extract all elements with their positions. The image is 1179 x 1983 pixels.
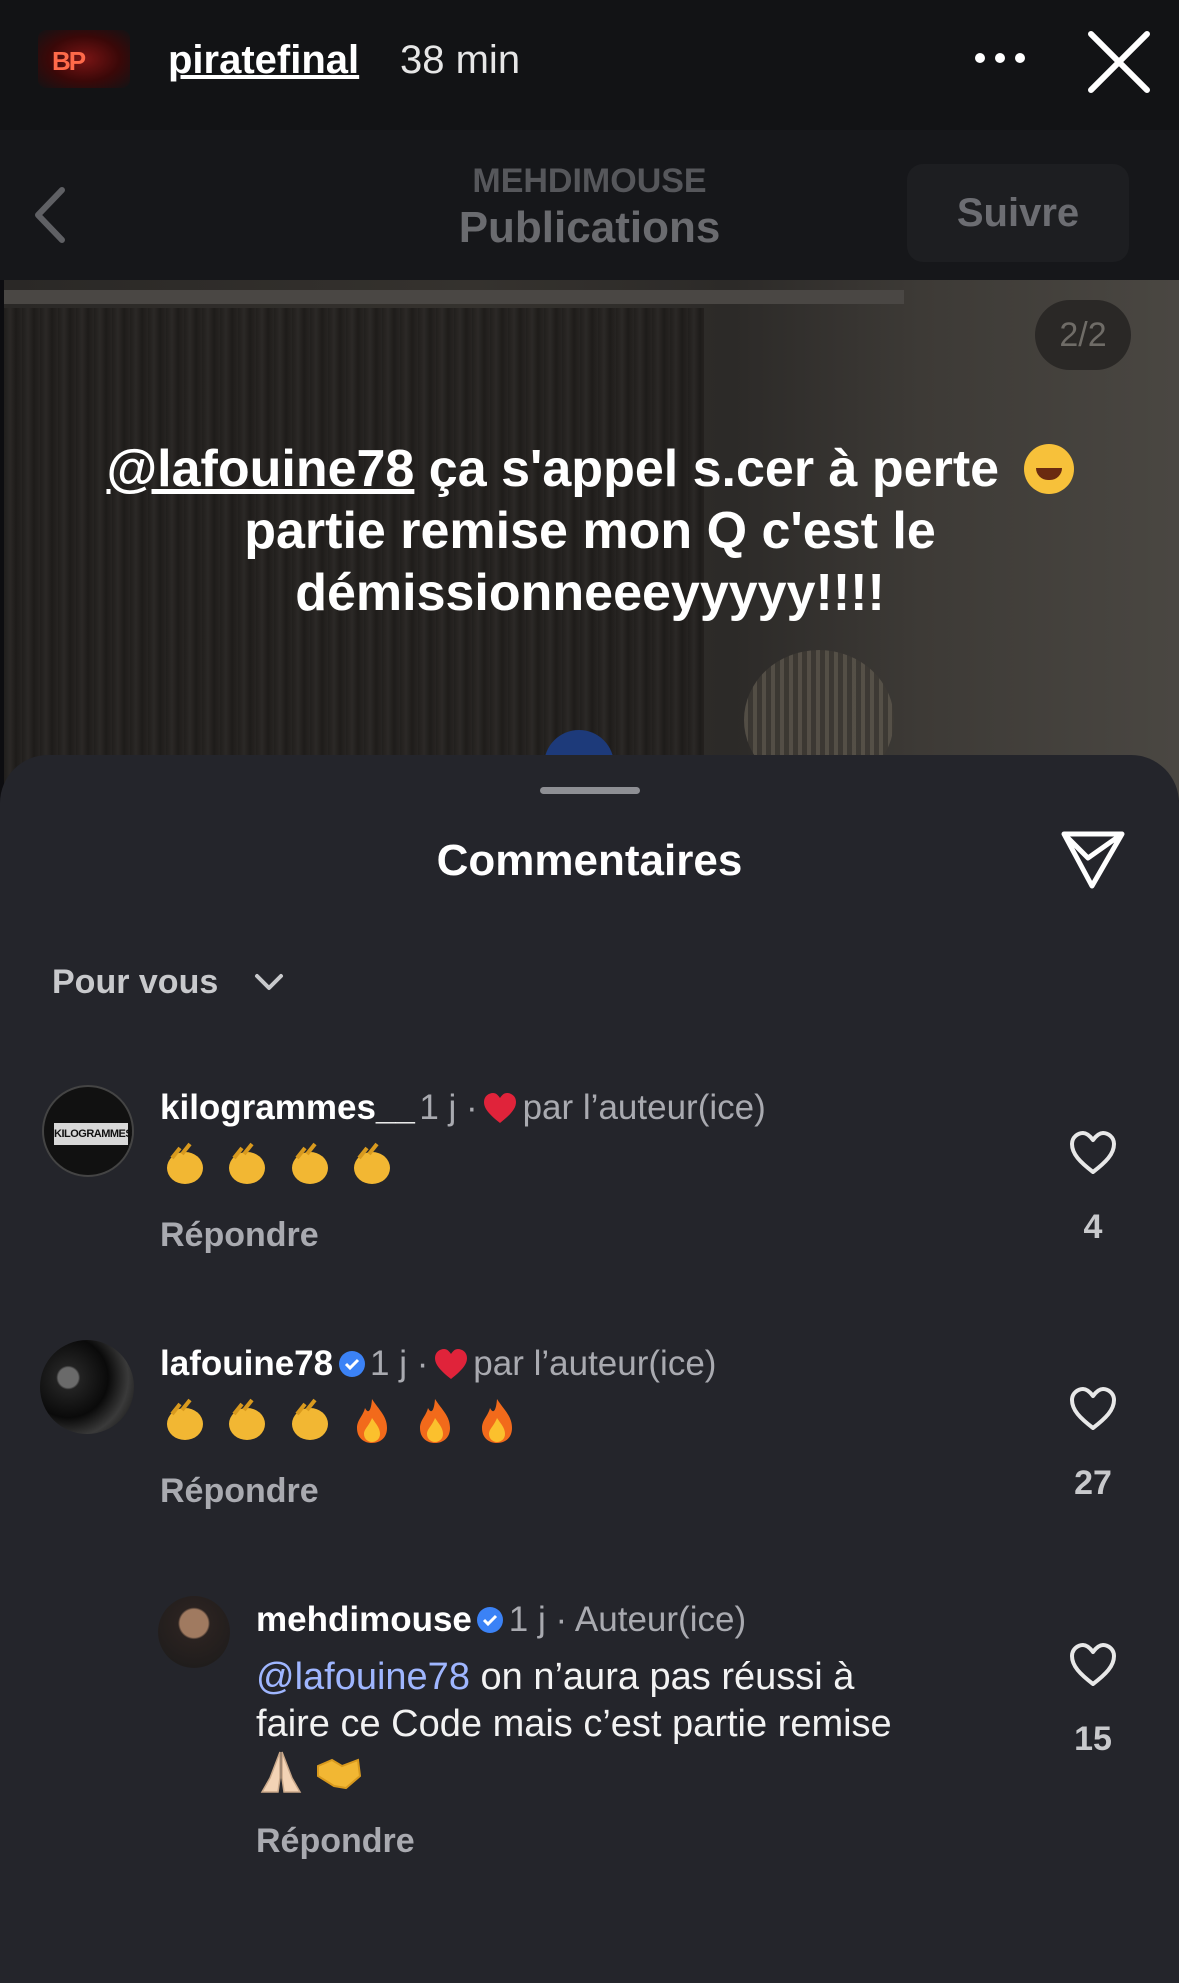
caption-line-2: partie remise mon Q c'est le <box>244 502 936 560</box>
like-count: 27 <box>1074 1464 1112 1502</box>
curtain-rail <box>4 290 904 304</box>
verified-badge-icon <box>338 1351 365 1377</box>
story-avatar[interactable]: BP <box>38 30 130 88</box>
share-send-icon[interactable] <box>1058 826 1128 892</box>
comment-username[interactable]: lafouine78 <box>160 1344 333 1383</box>
comment-emoji-row <box>160 1140 405 1190</box>
reply-button[interactable]: Répondre <box>160 1472 319 1511</box>
comment-emoji-row <box>160 1396 530 1446</box>
chevron-down-icon[interactable] <box>254 972 284 992</box>
fire-icon <box>419 1399 450 1443</box>
sort-dropdown-label[interactable]: Pour vous <box>52 963 218 1002</box>
comment-username[interactable]: mehdimouse <box>256 1600 472 1639</box>
clapping-hands-icon <box>291 1142 328 1184</box>
comments-title: Commentaires <box>436 836 743 885</box>
comment-username[interactable]: kilogrammes__ <box>160 1088 415 1127</box>
story-time: 38 min <box>400 38 521 82</box>
comment-header: kilogrammes__ 1 j · par l’auteur(ice) <box>160 1088 766 1128</box>
comment-meta: 1 j · Auteur(ice) <box>508 1600 747 1639</box>
like-count: 15 <box>1074 1720 1112 1758</box>
handshake-icon <box>317 1758 362 1790</box>
comment-text-line-1: on n’aura pas réussi à <box>469 1656 855 1698</box>
comment-header: mehdimouse 1 j · Auteur(ice) <box>256 1600 746 1640</box>
close-icon[interactable] <box>1085 28 1153 96</box>
clapping-hands-icon <box>167 1398 203 1440</box>
like-heart-icon[interactable] <box>1068 1642 1118 1688</box>
like-heart-icon[interactable] <box>1068 1386 1118 1432</box>
red-heart-icon <box>484 1093 517 1123</box>
story-username[interactable]: piratefinal <box>168 38 359 83</box>
laughing-emoji-icon <box>1023 444 1074 494</box>
clapping-hands-icon <box>229 1398 266 1440</box>
avatar-logo-text: KILOGRAMMES <box>52 1121 132 1147</box>
clapping-hands-icon <box>167 1142 203 1184</box>
more-options-icon[interactable] <box>972 38 1028 78</box>
caption-line-1: ça s'appel s.cer à perte <box>414 440 1014 498</box>
praying-hands-icon <box>260 1751 302 1793</box>
sheet-drag-handle[interactable] <box>540 787 640 794</box>
clapping-hands-icon <box>354 1142 391 1184</box>
comment-avatar-lafouine78[interactable] <box>40 1340 134 1434</box>
clapping-hands-icon <box>291 1398 328 1440</box>
comment-text-line-2: faire ce Code mais c’est partie remise <box>256 1703 892 1745</box>
verified-badge-icon <box>477 1607 504 1633</box>
carousel-counter: 2/2 <box>1035 300 1131 370</box>
like-count: 4 <box>1083 1208 1103 1246</box>
caption-mention[interactable]: @lafouine78 <box>106 440 414 498</box>
follow-button[interactable]: Suivre <box>907 164 1129 262</box>
like-heart-icon[interactable] <box>1068 1130 1118 1176</box>
red-heart-icon <box>434 1349 467 1379</box>
fire-icon <box>482 1399 513 1443</box>
comment-header: lafouine78 1 j · par l’auteur(ice) <box>160 1344 716 1384</box>
comment-avatar-kilogrammes[interactable]: KILOGRAMMES <box>42 1085 134 1177</box>
fire-icon <box>357 1399 388 1443</box>
comment-time: 1 j · <box>370 1344 429 1383</box>
comment-text: @lafouine78 on n’aura pas réussi à faire… <box>256 1654 1016 1798</box>
comment-liked-by-author: par l’auteur(ice) <box>522 1088 766 1127</box>
comment-time: 1 j · <box>419 1088 478 1127</box>
clapping-hands-icon <box>229 1142 266 1184</box>
story-avatar-logo: BP <box>52 46 86 76</box>
comment-avatar-mehdimouse[interactable] <box>158 1596 230 1668</box>
comment-mention[interactable]: @lafouine78 <box>256 1656 470 1698</box>
reply-button[interactable]: Répondre <box>160 1216 319 1255</box>
caption-line-3: démissionneeeyyyyy!!!! <box>295 564 885 622</box>
post-caption: @lafouine78 ça s'appel s.cer à perte par… <box>40 438 1140 624</box>
comment-liked-by-author: par l’auteur(ice) <box>473 1344 717 1383</box>
reply-button[interactable]: Répondre <box>256 1822 415 1861</box>
